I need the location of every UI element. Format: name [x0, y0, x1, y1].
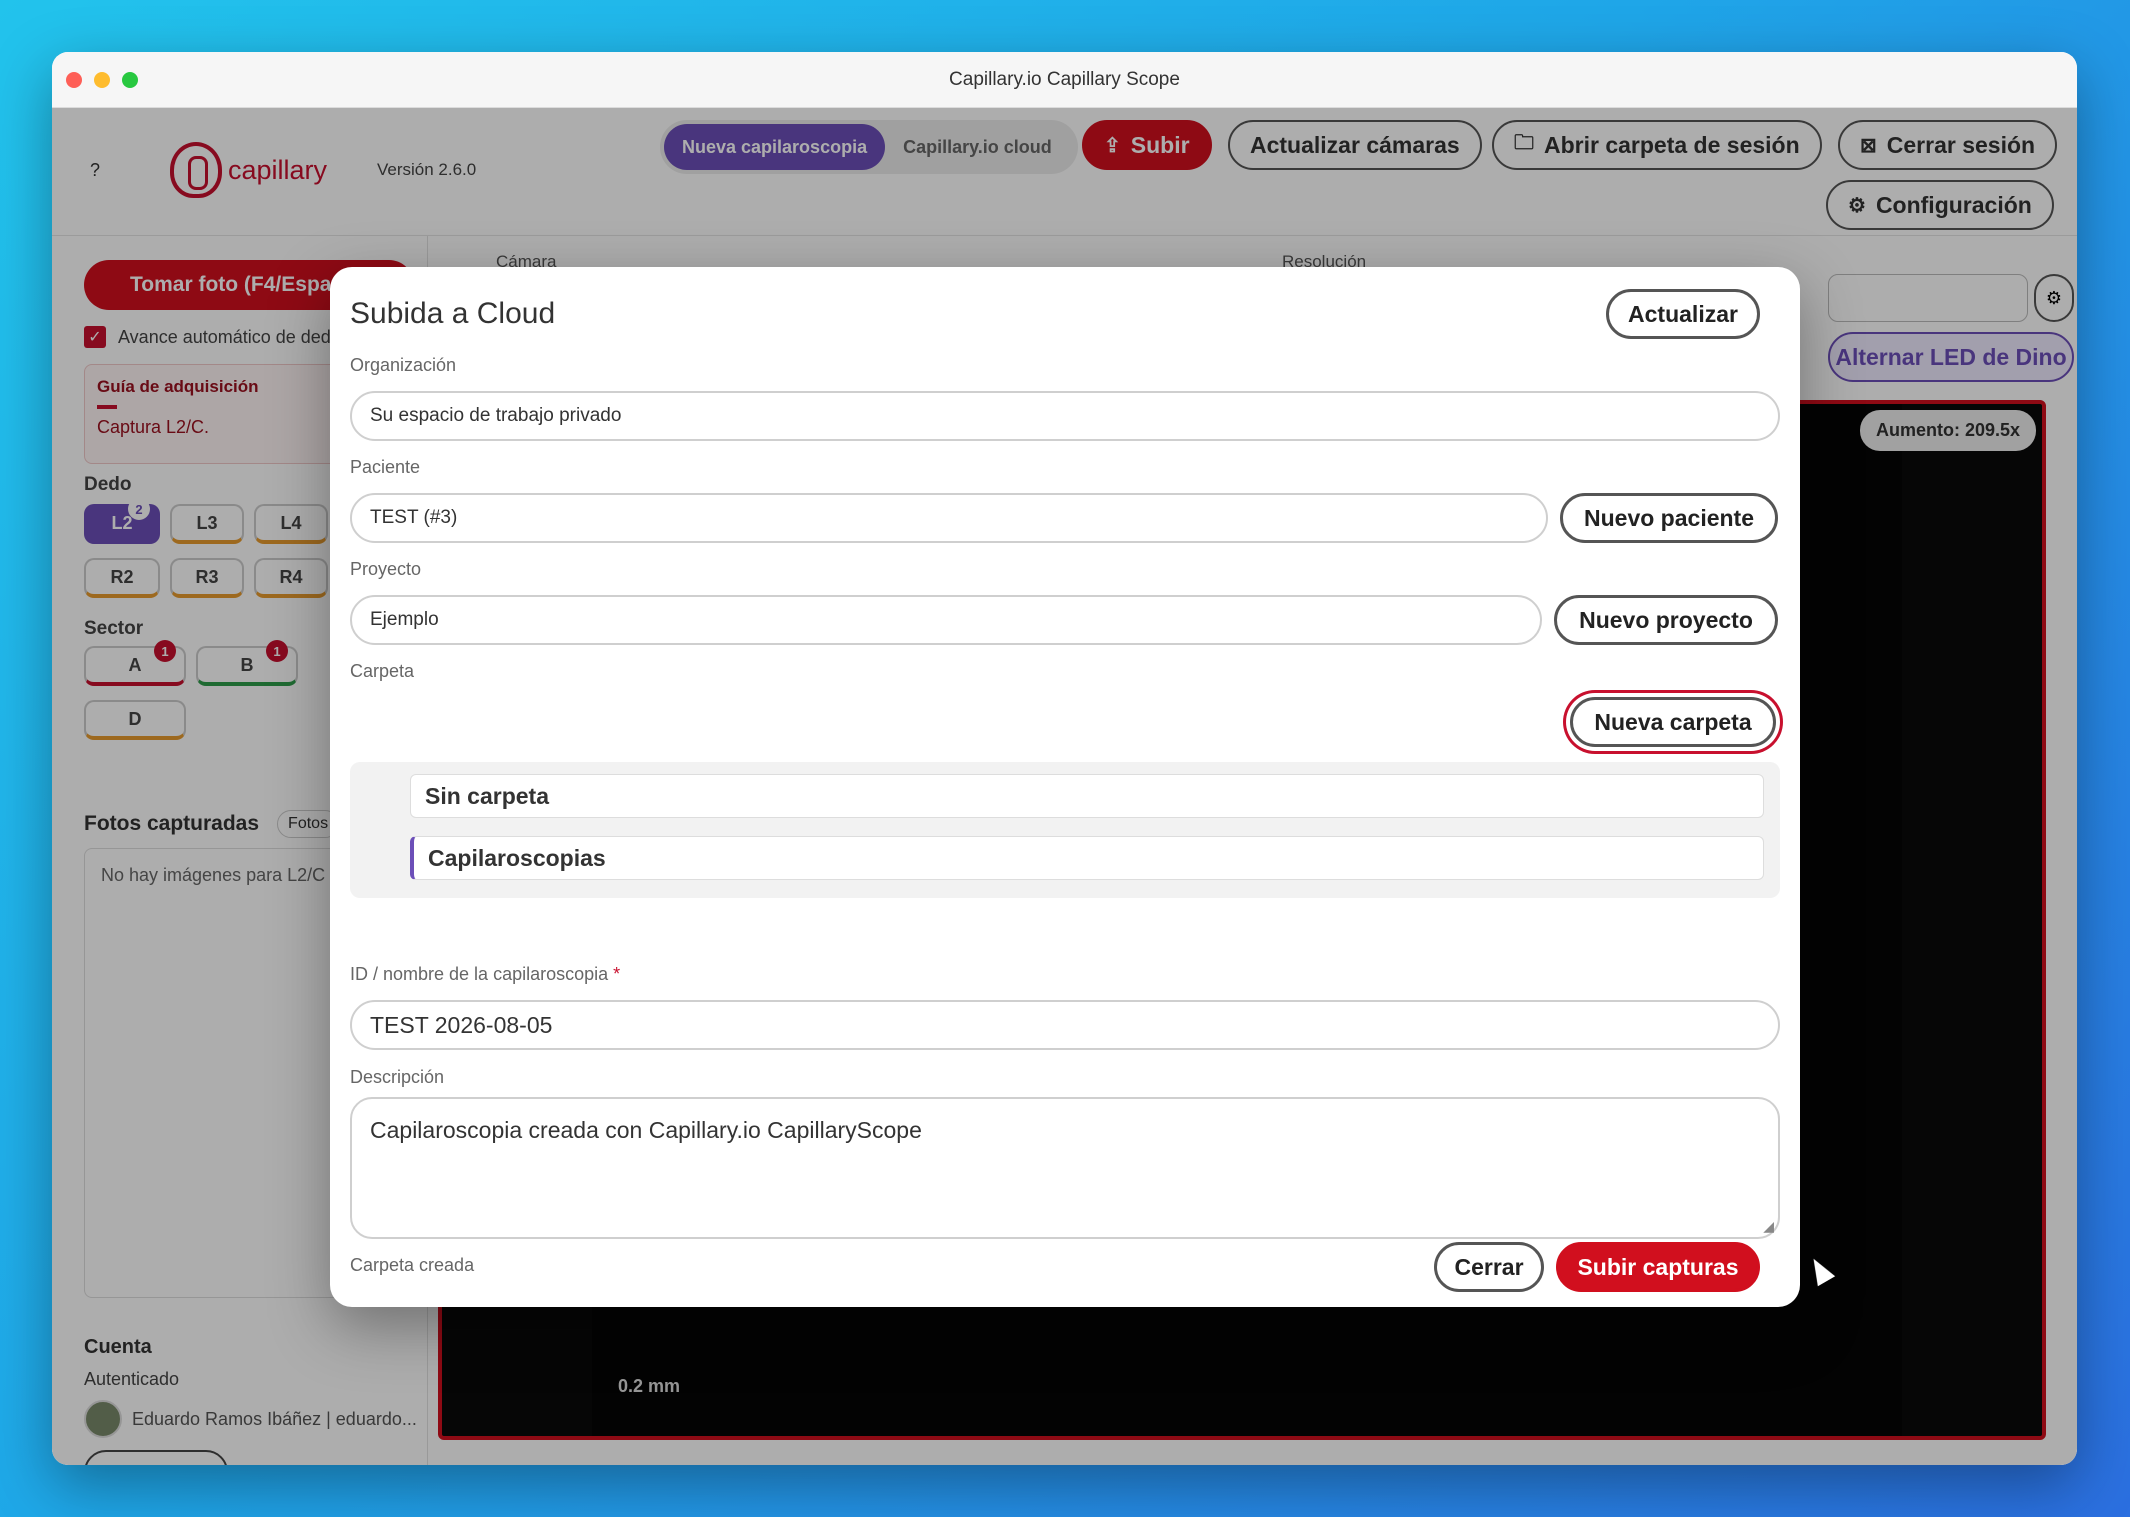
created-folder-label: Carpeta creada	[350, 1255, 475, 1275]
capillaroscopy-id-input[interactable]: TEST 2026-08-05	[350, 1000, 1780, 1050]
organization-select[interactable]: Su espacio de trabajo privado	[350, 391, 1780, 441]
minimize-window-button[interactable]	[94, 72, 110, 88]
dialog-title: Subida a Cloud	[350, 297, 556, 330]
title-bar: Capillary.io Capillary Scope	[52, 52, 2077, 108]
project-select[interactable]: Ejemplo	[350, 595, 1542, 645]
resize-handle-icon[interactable]: ◢	[1763, 1218, 1774, 1235]
close-button[interactable]: Cerrar	[1434, 1242, 1544, 1292]
new-patient-button[interactable]: Nuevo paciente	[1560, 493, 1778, 543]
patient-select[interactable]: TEST (#3)	[350, 493, 1548, 543]
new-project-button[interactable]: Nuevo proyecto	[1554, 595, 1778, 645]
upload-captures-button[interactable]: Subir capturas	[1556, 1242, 1760, 1292]
cloud-upload-dialog: Subida a Cloud Actualizar Organización S…	[330, 267, 1800, 1307]
new-folder-button[interactable]: Nueva carpeta	[1570, 697, 1776, 747]
project-label: Proyecto	[350, 559, 422, 579]
folder-item-capilaroscopias[interactable]: Capilaroscopias	[410, 836, 1764, 880]
window-controls	[66, 72, 138, 88]
description-label: Descripción	[350, 1067, 445, 1087]
window-title: Capillary.io Capillary Scope	[949, 68, 1180, 90]
refresh-button[interactable]: Actualizar	[1606, 289, 1760, 339]
description-text: Capilaroscopia creada con Capillary.io C…	[370, 1117, 922, 1143]
folder-label: Carpeta	[350, 661, 415, 681]
app-window: Capillary.io Capillary Scope ? capillary…	[52, 52, 2077, 1465]
maximize-window-button[interactable]	[122, 72, 138, 88]
folder-list: Sin carpeta Capilaroscopias	[350, 762, 1780, 898]
folder-item-none[interactable]: Sin carpeta	[410, 774, 1764, 818]
id-label: ID / nombre de la capilaroscopia *	[350, 964, 620, 985]
required-mark: *	[613, 964, 621, 984]
organization-label: Organización	[350, 355, 457, 375]
close-window-button[interactable]	[66, 72, 82, 88]
id-label-text: ID / nombre de la capilaroscopia	[350, 964, 609, 984]
patient-label: Paciente	[350, 457, 421, 477]
description-textarea[interactable]: Capilaroscopia creada con Capillary.io C…	[350, 1097, 1780, 1239]
